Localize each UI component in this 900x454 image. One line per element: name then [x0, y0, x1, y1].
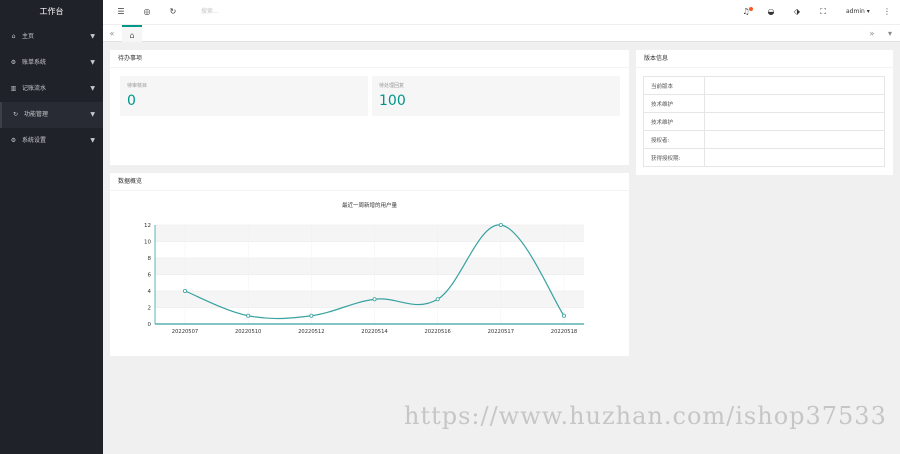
- settings-icon: ⚙: [10, 137, 17, 144]
- data-point: [498, 223, 503, 228]
- version-table: 当前版本 技术维护 技术维护 授权者: 获得授权期:: [643, 76, 885, 167]
- table-row: 当前版本: [643, 76, 885, 95]
- version-value: [704, 76, 885, 95]
- version-value: [704, 94, 885, 113]
- gear-icon: ⚙: [10, 59, 17, 66]
- chevron-down-icon: ▼: [90, 33, 95, 40]
- theme-icon[interactable]: ◒: [764, 0, 778, 24]
- sidebar-item-features[interactable]: ↻ 功能管理 ▼: [0, 102, 103, 128]
- data-point: [183, 289, 188, 294]
- sidebar-item-label: 账单系统: [22, 59, 47, 66]
- x-tick-label: 20220510: [235, 329, 261, 335]
- sidebar-item-label: 系统设置: [22, 137, 47, 144]
- data-point: [246, 313, 251, 318]
- version-key: 技术维护: [643, 94, 705, 113]
- chevron-down-icon: ▼: [90, 85, 95, 92]
- sidebar-item-label: 主页: [22, 33, 35, 40]
- chevron-down-icon: ▼: [90, 111, 95, 118]
- x-tick-label: 20220518: [551, 329, 577, 335]
- todo-card-label: 待审核目: [127, 83, 148, 89]
- tab-options-icon[interactable]: ▾: [883, 25, 897, 42]
- grid-band: [155, 258, 584, 275]
- logo[interactable]: 工作台: [0, 0, 103, 24]
- version-key: 技术维护: [643, 112, 705, 131]
- watermark: https://www.huzhan.com/ishop37533: [404, 402, 887, 430]
- table-row: 技术维护: [643, 94, 885, 113]
- chevron-down-icon: ▼: [90, 59, 95, 66]
- version-value: [704, 112, 885, 131]
- globe-icon[interactable]: ◎: [140, 0, 154, 24]
- todo-panel: 待办事项 待审核目 0 待处理回复 100: [110, 50, 629, 165]
- overview-panel: 数据概览 最近一周新增的用户量 0 2 4 6 8 10 12 20220507 2022051…: [110, 173, 629, 356]
- version-key: 当前版本: [643, 76, 705, 95]
- chevron-down-icon: ▼: [90, 137, 95, 144]
- todo-card-replies[interactable]: 待处理回复 100: [372, 76, 620, 116]
- tag-icon[interactable]: ⬗: [790, 0, 804, 24]
- y-tick-label: 12: [144, 223, 151, 229]
- bars-icon: ▥: [10, 85, 17, 92]
- search-input[interactable]: 搜索...: [201, 0, 219, 24]
- x-tick-label: 20220514: [361, 329, 388, 335]
- bell-icon[interactable]: ♫: [739, 0, 753, 24]
- line-chart: 0 2 4 6 8 10 12 20220507 20220510 20220512 2022051…: [144, 223, 584, 335]
- fullscreen-icon[interactable]: ⛶: [816, 0, 830, 24]
- version-panel-title: 版本信息: [636, 50, 893, 68]
- todo-card-value: 100: [379, 93, 406, 109]
- menu-toggle-icon[interactable]: ☰: [114, 0, 128, 24]
- chevron-down-icon: ▾: [866, 8, 870, 15]
- user-menu[interactable]: admin ▾: [846, 0, 870, 24]
- top-header: ☰ ◎ ↻ 搜索... ♫ ◒ ⬗ ⛶ admin ▾ ⋮: [103, 0, 900, 24]
- version-value: [704, 130, 885, 149]
- notification-badge: [749, 7, 753, 11]
- todo-card-value: 0: [127, 93, 136, 109]
- sidebar-item-label: 功能管理: [24, 111, 49, 118]
- data-point: [309, 313, 314, 318]
- refresh-icon: ↻: [12, 111, 19, 118]
- table-row: 获得授权期:: [643, 148, 885, 167]
- x-tick-label: 20220512: [298, 329, 324, 335]
- sidebar-item-settings[interactable]: ⚙ 系统设置 ▼: [0, 128, 103, 154]
- sidebar-item-home[interactable]: ⌂ 主页 ▼: [0, 24, 103, 50]
- sidebar-item-label: 记账流水: [22, 85, 47, 92]
- sidebar: 工作台 ⌂ 主页 ▼ ⚙ 账单系统 ▼ ▥ 记账流水 ▼ ↻ 功能管理 ▼ ⚙ 系统设置 …: [0, 0, 103, 454]
- y-tick-label: 6: [148, 273, 152, 279]
- data-point: [435, 297, 440, 302]
- version-value: [704, 148, 885, 167]
- sidebar-item-ledger[interactable]: ▥ 记账流水 ▼: [0, 76, 103, 102]
- y-tick-label: 2: [148, 306, 152, 312]
- tab-home[interactable]: ⌂: [122, 25, 142, 42]
- home-icon: ⌂: [11, 33, 16, 40]
- tab-scroll-left-icon[interactable]: «: [105, 25, 119, 42]
- y-tick-label: 4: [148, 289, 152, 295]
- user-name: admin: [846, 8, 865, 15]
- tab-scroll-right-icon[interactable]: »: [865, 25, 879, 42]
- y-tick-label: 10: [144, 240, 151, 246]
- refresh-icon[interactable]: ↻: [166, 0, 180, 24]
- version-key: 授权者:: [643, 130, 705, 149]
- version-key: 获得授权期:: [643, 148, 705, 167]
- x-tick-label: 20220517: [488, 329, 514, 335]
- version-panel: 版本信息 当前版本 技术维护 技术维护 授权者: 获得授权期:: [636, 50, 893, 175]
- data-point: [561, 313, 566, 318]
- y-tick-label: 8: [148, 256, 152, 262]
- sidebar-item-billing[interactable]: ⚙ 账单系统 ▼: [0, 50, 103, 76]
- grid-band: [155, 291, 584, 308]
- table-row: 授权者:: [643, 130, 885, 149]
- todo-card-label: 待处理回复: [379, 83, 405, 89]
- more-icon[interactable]: ⋮: [880, 0, 894, 24]
- todo-card-pending[interactable]: 待审核目 0: [120, 76, 368, 116]
- tab-bar: « ⌂ » ▾: [103, 24, 900, 42]
- x-tick-label: 20220516: [424, 329, 450, 335]
- x-tick-label: 20220507: [172, 329, 198, 335]
- todo-panel-title: 待办事项: [110, 50, 629, 68]
- data-point: [372, 297, 377, 302]
- table-row: 技术维护: [643, 112, 885, 131]
- y-tick-label: 0: [148, 322, 152, 328]
